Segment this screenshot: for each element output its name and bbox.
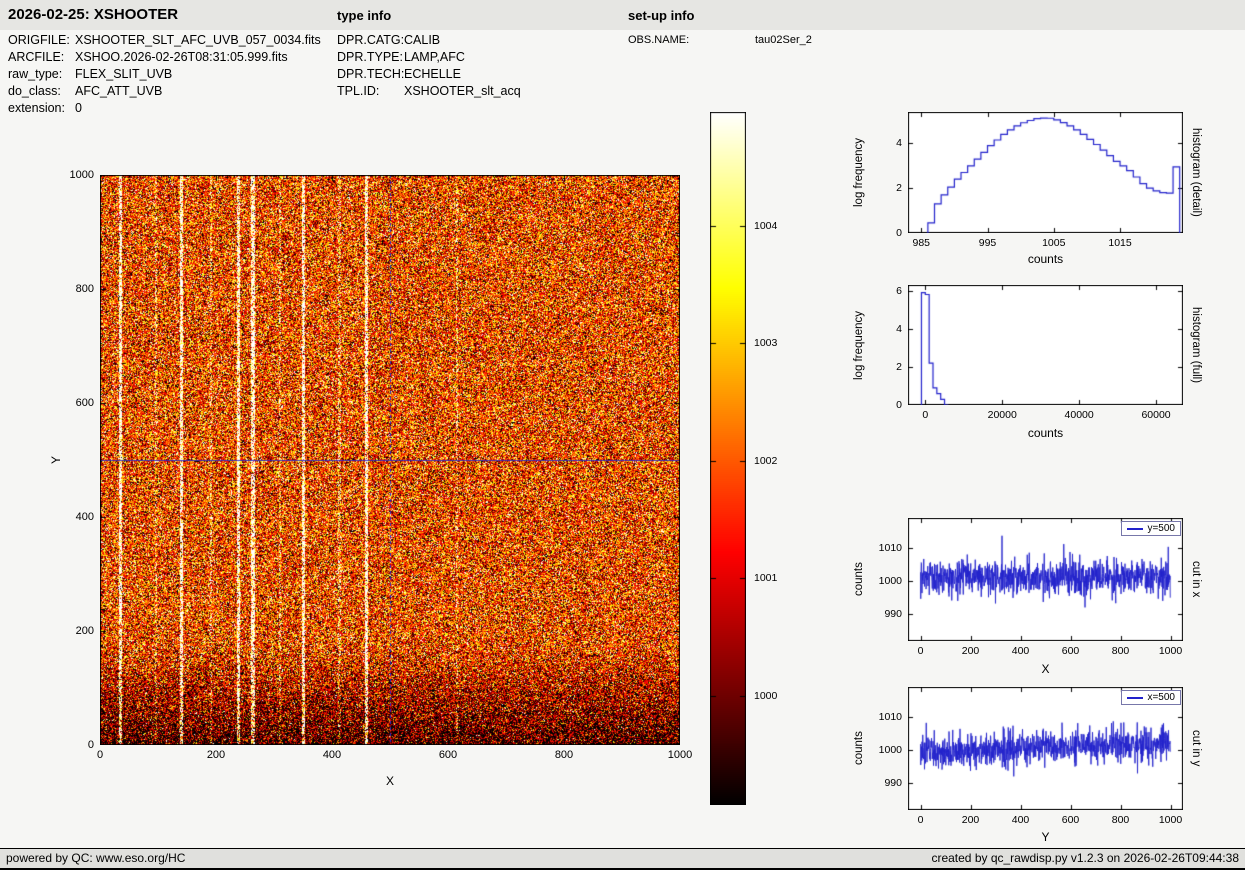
qc-report-page: 2026-02-25: XSHOOTER type info set-up in… (0, 0, 1245, 870)
cut-x-legend-label: y=500 (1147, 523, 1175, 534)
histogram-full-plot (908, 285, 1183, 405)
meta-key-obsname: OBS.NAME: (628, 34, 689, 46)
colorbar-tick-label: 1003 (754, 337, 777, 349)
meta-key-dprtech: DPR.TECH: (337, 67, 404, 81)
meta-value-arcfile: XSHOO.2026-02-26T08:31:05.999.fits (75, 50, 288, 64)
cut-x-right-label: cut in x (1188, 518, 1204, 641)
footer-left-text: powered by QC: www.eso.org/HC (6, 851, 185, 865)
tick-label: 1015 (1080, 237, 1160, 249)
hist-full-right-label: histogram (full) (1188, 285, 1204, 405)
cut-in-y-plot (908, 687, 1183, 810)
colorbar (710, 112, 746, 805)
meta-value-extension: 0 (75, 101, 82, 115)
tick-label: 600 (54, 397, 94, 409)
tick-label: 4 (862, 323, 902, 335)
meta-key-dprcatg: DPR.CATG: (337, 33, 404, 47)
tick-label: 2 (862, 182, 902, 194)
meta-value-obsname: tau02Ser_2 (755, 34, 812, 46)
tick-label: 200 (176, 749, 256, 761)
detector-image (100, 175, 680, 745)
tick-label: 1000 (1131, 645, 1211, 657)
tick-label: 800 (54, 283, 94, 295)
meta-key-arcfile: ARCFILE: (8, 50, 64, 64)
footer-bar: powered by QC: www.eso.org/HC created by… (0, 848, 1245, 870)
meta-value-origfile: XSHOOTER_SLT_AFC_UVB_057_0034.fits (75, 33, 321, 47)
tick-label: 1000 (862, 744, 902, 756)
meta-key-dprtype: DPR.TYPE: (337, 50, 403, 64)
tick-label: 6 (862, 285, 902, 297)
tick-label: 0 (862, 399, 902, 411)
colorbar-tick-label: 1002 (754, 455, 777, 467)
tick-label: 200 (54, 625, 94, 637)
tick-label: 990 (862, 608, 902, 620)
tick-label: 800 (524, 749, 604, 761)
legend-line-sample (1127, 528, 1143, 530)
tick-label: 1000 (1131, 814, 1211, 826)
page-title: 2026-02-25: XSHOOTER (8, 6, 178, 23)
tick-label: 400 (54, 511, 94, 523)
histogram-detail-plot (908, 112, 1183, 233)
tick-label: 1010 (862, 711, 902, 723)
header-bar: 2026-02-25: XSHOOTER type info set-up in… (0, 0, 1245, 30)
footer-right-text: created by qc_rawdisp.py v1.2.3 on 2026-… (931, 851, 1239, 865)
meta-value-doclass: AFC_ATT_UVB (75, 84, 162, 98)
meta-value-tplid: XSHOOTER_slt_acq (404, 84, 521, 98)
type-info-heading: type info (337, 8, 391, 23)
colorbar-tick-label: 1004 (754, 220, 777, 232)
main-y-axis-label: Y (48, 175, 64, 745)
meta-value-rawtype: FLEX_SLIT_UVB (75, 67, 172, 81)
colorbar-tick-label: 1001 (754, 572, 777, 584)
tick-label: 1010 (862, 542, 902, 554)
cut-x-legend: y=500 (1121, 521, 1181, 536)
hist-detail-x-axis-label: counts (908, 252, 1183, 266)
hist-detail-y-axis-label: log frequency (851, 112, 867, 233)
tick-label: 0 (54, 739, 94, 751)
cut-x-x-axis-label: X (908, 662, 1183, 676)
setup-info-heading: set-up info (628, 8, 694, 23)
cut-y-right-label: cut in y (1188, 687, 1204, 810)
hist-detail-right-label: histogram (detail) (1188, 112, 1204, 233)
tick-label: 4 (862, 137, 902, 149)
meta-value-dprtype: LAMP,AFC (404, 50, 465, 64)
tick-label: 990 (862, 777, 902, 789)
cut-y-legend-label: x=500 (1147, 692, 1175, 703)
hist-full-y-axis-label: log frequency (851, 285, 867, 405)
colorbar-tick-label: 1000 (754, 690, 777, 702)
tick-label: 2 (862, 361, 902, 373)
tick-label: 1000 (862, 575, 902, 587)
tick-label: 600 (408, 749, 488, 761)
tick-label: 40000 (1039, 409, 1119, 421)
meta-key-origfile: ORIGFILE: (8, 33, 70, 47)
legend-line-sample (1127, 697, 1143, 699)
meta-value-dprtech: ECHELLE (404, 67, 461, 81)
meta-key-doclass: do_class: (8, 84, 61, 98)
cut-in-x-plot (908, 518, 1183, 641)
tick-label: 0 (862, 227, 902, 239)
meta-key-rawtype: raw_type: (8, 67, 62, 81)
tick-label: 1000 (640, 749, 720, 761)
tick-label: 60000 (1116, 409, 1196, 421)
tick-label: 20000 (962, 409, 1042, 421)
cut-y-x-axis-label: Y (908, 830, 1183, 844)
tick-label: 400 (292, 749, 372, 761)
tick-label: 1000 (54, 169, 94, 181)
meta-key-extension: extension: (8, 101, 65, 115)
meta-key-tplid: TPL.ID: (337, 84, 379, 98)
hist-full-x-axis-label: counts (908, 426, 1183, 440)
main-x-axis-label: X (100, 774, 680, 788)
cut-y-legend: x=500 (1121, 690, 1181, 705)
meta-value-dprcatg: CALIB (404, 33, 440, 47)
